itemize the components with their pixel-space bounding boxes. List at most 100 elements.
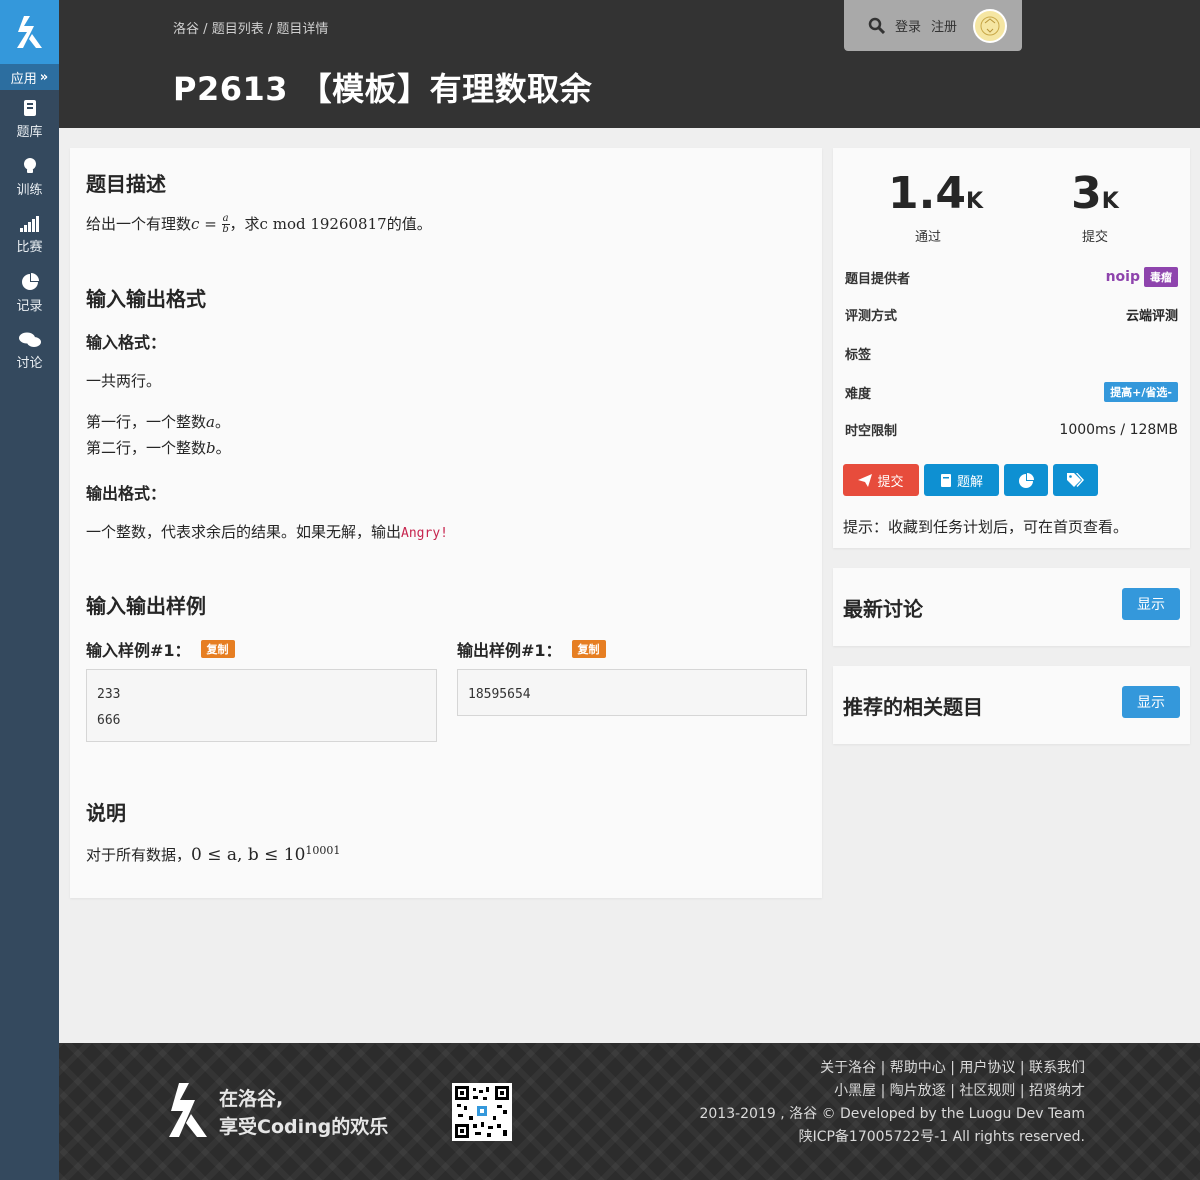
footer-links-row-2[interactable]: 小黑屋 | 陶片放逐 | 社区规则 | 招贤纳才: [699, 1080, 1085, 1103]
description-title: 题目描述: [86, 172, 166, 196]
sidebar-item-discuss[interactable]: 讨论: [0, 322, 59, 380]
sidebar-item-label: 比赛: [16, 239, 43, 255]
submit-button[interactable]: 提交: [843, 464, 919, 496]
accepted-value: 1.4: [888, 168, 966, 219]
input-format-title: 输入格式：: [86, 333, 167, 352]
sidebar-item-training[interactable]: 训练: [0, 148, 59, 206]
footer: 在洛谷, 享受Coding的欢乐 关于洛谷 | 帮助中心 | 用户协议 | 联系…: [59, 1043, 1200, 1180]
provider-value: noip 毒瘤: [1106, 267, 1178, 287]
breadcrumb-home[interactable]: 洛谷: [173, 22, 199, 37]
accepted-stat: 1.4K 通过: [888, 168, 983, 246]
sample-input-box[interactable]: 233 666: [86, 669, 437, 742]
sample-output-title: 输出样例#1：: [457, 641, 562, 660]
tags-key: 标签: [845, 348, 872, 363]
app-menu-label: 应用: [10, 71, 37, 87]
difficulty-key: 难度: [845, 386, 872, 402]
provider-name[interactable]: noip: [1106, 269, 1140, 285]
tags-button[interactable]: [1053, 464, 1098, 496]
sample-output-line: 18595654: [468, 687, 531, 702]
output-format-title: 输出格式：: [86, 484, 167, 503]
note-math-exponent: 10001: [305, 844, 341, 857]
description-mid: ，求: [229, 215, 260, 233]
signal-icon: [19, 215, 39, 232]
luogu-logo-icon: [16, 16, 42, 48]
sample-input-line: 666: [97, 713, 121, 728]
breadcrumb: 洛谷 / 题目列表 / 题目详情: [173, 18, 328, 37]
double-chevron-right-icon: »: [39, 69, 49, 85]
sample-input-title: 输入样例#1：: [86, 641, 191, 660]
footer-icp[interactable]: 陕ICP备17005722号-1 All rights reserved.: [699, 1126, 1085, 1149]
output-line: 一个整数，代表求余后的结果。如果无解，输出Angry!: [86, 519, 448, 547]
io-format-title: 输入输出格式: [86, 287, 206, 311]
footer-copyright: 2013-2019 , 洛谷 © Developed by the Luogu …: [699, 1106, 1085, 1122]
qr-code-image: [455, 1086, 509, 1138]
lightbulb-icon: [23, 157, 36, 173]
luogu-footer-logo: [169, 1083, 207, 1137]
output-code: Angry!: [401, 526, 448, 541]
tags-row: 标签: [845, 344, 1178, 363]
solution-label: 题解: [956, 474, 983, 490]
register-link[interactable]: 注册: [931, 16, 957, 35]
discussion-title: 最新讨论: [843, 597, 923, 621]
avatar[interactable]: [973, 8, 1008, 43]
copy-output-button[interactable]: 复制: [571, 640, 606, 658]
sidebar-item-problems[interactable]: 题库: [0, 90, 59, 148]
breadcrumb-problem-list[interactable]: 题目列表: [212, 22, 264, 37]
luogu-logo[interactable]: [0, 0, 59, 64]
limit-key: 时空限制: [845, 424, 898, 439]
footer-slogan: 在洛谷, 享受Coding的欢乐: [219, 1085, 388, 1141]
limit-row: 时空限制 1000ms / 128MB: [845, 420, 1178, 440]
sample-output-label: 输出样例#1： 复制: [457, 637, 606, 661]
input-line-3-end: 。: [215, 439, 231, 457]
note-title: 说明: [86, 801, 126, 825]
related-problems-panel: 推荐的相关题目 显示: [833, 666, 1190, 744]
note-math: 0 ≤ a, b ≤ 10: [191, 845, 306, 865]
page-title: P2613 【模板】有理数取余: [173, 70, 593, 108]
input-line-2-text: 第一行，一个整数: [86, 413, 207, 431]
sidebar-item-label: 记录: [16, 298, 43, 314]
sidebar-item-records[interactable]: 记录: [0, 264, 59, 322]
search-icon[interactable]: [868, 17, 885, 34]
provider-row: 题目提供者 noip 毒瘤: [845, 267, 1178, 287]
sample-output-box[interactable]: 18595654: [457, 669, 807, 716]
note-text: 对于所有数据，0 ≤ a, b ≤ 1010001: [86, 838, 340, 868]
breadcrumb-separator: /: [203, 22, 208, 37]
math-denominator: b: [222, 224, 229, 235]
limit-value: 1000ms / 128MB: [1059, 421, 1178, 438]
breadcrumb-separator: /: [267, 22, 273, 37]
footer-links-row-1[interactable]: 关于洛谷 | 帮助中心 | 用户协议 | 联系我们: [699, 1057, 1085, 1080]
book-icon: [940, 473, 951, 487]
comments-icon: [18, 332, 41, 347]
sidebar-item-contests[interactable]: 比赛: [0, 206, 59, 264]
input-line-3: 第二行，一个整数b。: [86, 435, 231, 461]
math-var-b: b: [206, 439, 216, 457]
sidebar-item-label: 讨论: [16, 355, 43, 371]
login-link[interactable]: 登录: [895, 16, 921, 35]
input-line-2: 第一行，一个整数a。: [86, 409, 230, 435]
solution-button[interactable]: 题解: [924, 464, 999, 496]
difficulty-row: 难度 提高+/省选-: [845, 382, 1178, 402]
accepted-label: 通过: [914, 230, 941, 245]
app-menu-toggle[interactable]: 应用 »: [0, 64, 59, 90]
related-title: 推荐的相关题目: [843, 695, 983, 719]
input-line-3-text: 第二行，一个整数: [86, 439, 207, 457]
page-header: 洛谷 / 题目列表 / 题目详情 P2613 【模板】有理数取余 登录 注册: [59, 0, 1200, 128]
math-equals: =: [204, 215, 217, 233]
footer-slogan-line1: 在洛谷,: [219, 1088, 284, 1110]
submit-label: 提交: [877, 474, 904, 490]
description-text: 给出一个有理数c = a b ，求c mod 19260817的值。: [86, 211, 432, 237]
copy-input-button[interactable]: 复制: [200, 640, 235, 658]
accepted-count: 1.4K: [888, 168, 983, 226]
statistics-button[interactable]: [1004, 464, 1048, 496]
show-discussion-button[interactable]: 显示: [1122, 588, 1180, 620]
math-var-a: a: [206, 413, 215, 431]
submitted-value: 3: [1071, 168, 1102, 219]
submitted-unit: K: [1101, 189, 1119, 214]
show-related-button[interactable]: 显示: [1122, 686, 1180, 718]
math-fraction: ab: [221, 214, 230, 235]
judge-key: 评测方式: [845, 309, 898, 324]
provider-key: 题目提供者: [845, 271, 911, 287]
description-pre: 给出一个有理数: [86, 215, 192, 233]
accepted-unit: K: [965, 189, 984, 214]
sidebar: 应用 » 题库 训练 比赛 记录 讨论: [0, 0, 59, 1180]
